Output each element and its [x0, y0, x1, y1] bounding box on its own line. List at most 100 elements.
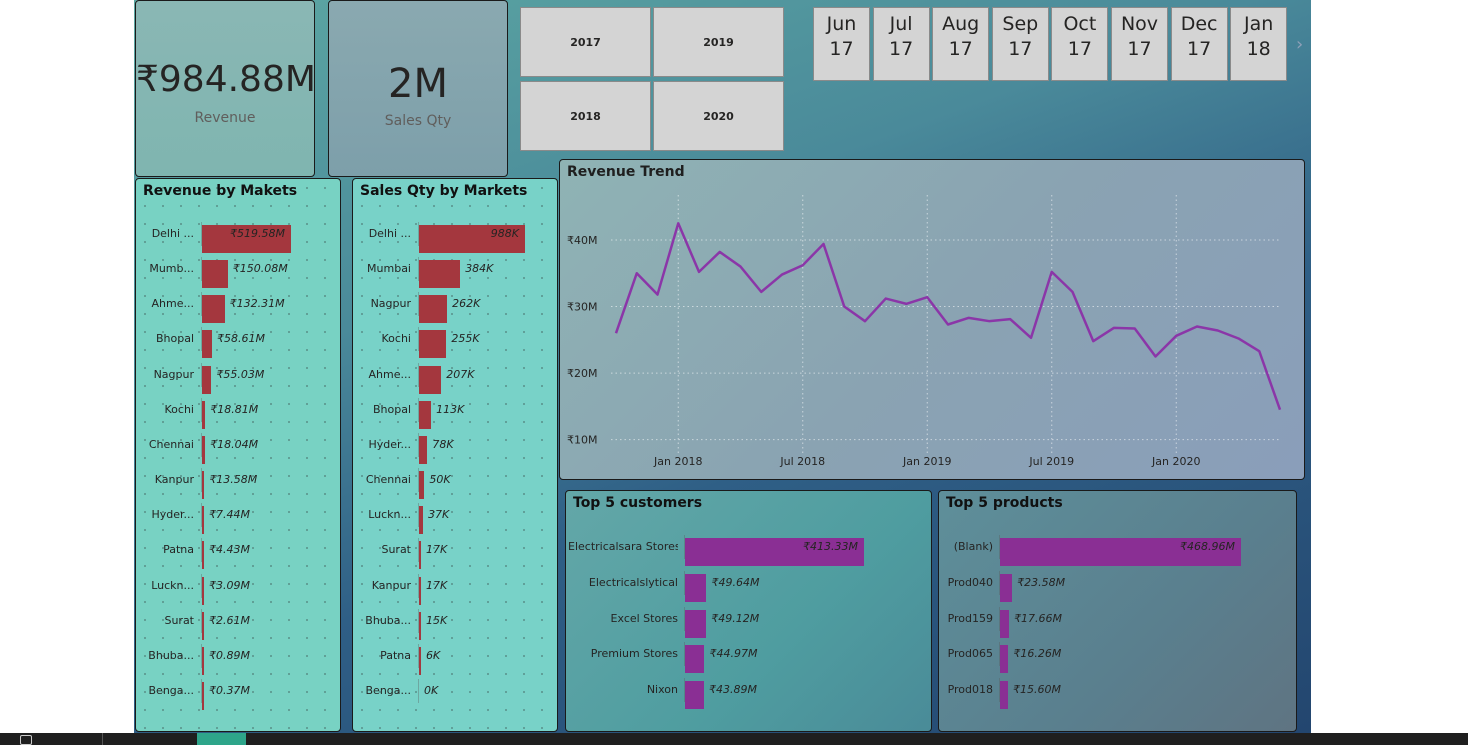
bar-label: Hyder... [151, 508, 194, 522]
year-slicer-button[interactable]: 2020 [653, 81, 784, 151]
bar[interactable] [419, 541, 421, 570]
bar[interactable] [685, 573, 707, 602]
x-tick-label: Jan 2018 [653, 455, 702, 468]
bar[interactable] [202, 506, 204, 535]
bar[interactable] [202, 471, 205, 500]
bar[interactable] [202, 400, 206, 429]
bar[interactable] [202, 260, 228, 289]
bar-data-label: 17K [426, 578, 448, 592]
chevron-right-icon[interactable]: › [1296, 34, 1303, 55]
month-slicer-button[interactable]: Sep 17 [991, 7, 1049, 81]
bar-label: Kochi [164, 402, 194, 416]
bar-data-label: 207K [446, 367, 475, 381]
bar-label: Ahme... [151, 297, 194, 311]
bar-label: Chennai [148, 437, 194, 451]
revenue-by-markets-panel: Revenue by Makets Delhi ... ₹519.58M Mumb.… [135, 178, 341, 732]
revenue-trend-chart: ₹10M ₹20M ₹30M ₹40M Jan 2018 Jul 2018 Jan 2019… [567, 195, 1282, 468]
x-tick-label: Jan 2020 [1151, 455, 1200, 468]
bar[interactable] [419, 611, 421, 640]
x-tick-label: Jul 2019 [1028, 455, 1074, 468]
bar[interactable] [419, 471, 425, 500]
year-slicer-button[interactable]: 2017 [520, 7, 651, 77]
sales-qty-kpi-value: 2M [388, 61, 448, 107]
bar-label: Prod018 [947, 683, 993, 697]
bar[interactable] [202, 681, 204, 710]
bar-label: Benga... [365, 683, 412, 697]
panel-title: Revenue by Makets [143, 183, 298, 199]
bar[interactable] [1000, 609, 1010, 638]
month-slicer-button[interactable]: Jul 17 [872, 7, 930, 81]
y-tick-label: ₹40M [567, 234, 598, 247]
bar[interactable] [1000, 573, 1013, 602]
bar-label: Hyder... [368, 437, 411, 451]
bar[interactable] [419, 400, 432, 429]
bar-data-label: 255K [451, 332, 480, 346]
month-slicer-button[interactable]: Aug 17 [932, 7, 990, 81]
bar-data-label: 113K [436, 402, 465, 416]
taskbar-active-app[interactable] [197, 733, 246, 745]
bar[interactable] [419, 435, 428, 464]
windows-icon[interactable] [20, 735, 32, 745]
bar[interactable] [419, 260, 461, 289]
bar[interactable] [202, 576, 204, 605]
sales-qty-kpi-label: Sales Qty [384, 113, 452, 129]
bar[interactable] [202, 541, 204, 570]
bar[interactable] [419, 295, 448, 324]
report-canvas: ₹984.88M Revenue 2M Sales Qty 2017 2019 … [134, 0, 1311, 733]
bar-data-label: 78K [432, 437, 454, 451]
bar-data-label: 988K [490, 227, 519, 240]
bar-data-label: ₹18.04M [210, 437, 259, 451]
year-slicer-button[interactable]: 2019 [653, 7, 784, 77]
bar[interactable] [202, 365, 212, 394]
month-slicer-button[interactable]: Jan 18 [1230, 7, 1288, 81]
bar[interactable] [419, 330, 447, 359]
bar-label: Chennai [365, 473, 411, 487]
bar-label: Mumbai [367, 262, 411, 276]
bar[interactable] [1000, 645, 1009, 674]
month-slicer-button[interactable]: Dec 17 [1170, 7, 1228, 81]
month-slicer-button[interactable]: Oct 17 [1051, 7, 1109, 81]
bar-data-label: 0K [424, 683, 439, 697]
bar[interactable] [202, 435, 206, 464]
bar[interactable] [202, 295, 225, 324]
bar-data-label: ₹468.96M [1180, 540, 1235, 553]
year-label: 18 [1246, 38, 1271, 60]
y-tick-label: ₹30M [567, 301, 598, 314]
month-slicer-button[interactable]: Nov 17 [1111, 7, 1168, 81]
revenue-kpi-card: ₹984.88M Revenue [135, 0, 315, 177]
bar-data-label: 37K [427, 508, 450, 522]
bar-data-label: ₹4.43M [209, 543, 250, 557]
month-slicer-button[interactable]: Jun 17 [813, 7, 870, 81]
bar[interactable] [685, 681, 704, 710]
bar-label: Delhi ... [151, 227, 194, 240]
year-label: 17 [1008, 38, 1033, 60]
revenue-trend-line[interactable] [614, 222, 1282, 411]
sales-qty-kpi-card: 2M Sales Qty [328, 0, 508, 177]
year-label: 17 [1067, 38, 1092, 60]
bar[interactable] [202, 611, 204, 640]
bar-label: Patna [380, 648, 411, 662]
bar[interactable] [685, 609, 707, 638]
bar[interactable] [419, 365, 442, 394]
bar-label: Benga... [148, 683, 195, 697]
bar-data-label: ₹0.37M [209, 683, 250, 697]
bar-label: Kanpur [371, 578, 411, 592]
bar-data-label: ₹17.66M [1014, 611, 1063, 625]
bar[interactable] [1000, 681, 1009, 710]
bar[interactable] [202, 330, 213, 359]
year-slicer-button[interactable]: 2018 [520, 81, 651, 151]
bar-data-label: 15K [426, 613, 448, 627]
bar[interactable] [419, 646, 421, 675]
bar-data-label: ₹2.61M [209, 613, 250, 627]
bar[interactable] [419, 506, 423, 535]
bar-data-label: ₹519.58M [230, 227, 285, 240]
bar-label: Ahme... [368, 367, 411, 381]
bar-label: Excel Stores [610, 611, 678, 625]
page-margin [1311, 0, 1468, 733]
top-customers-panel: Top 5 customers Electricalsara Stores ₹41… [565, 490, 932, 732]
bar[interactable] [685, 645, 705, 674]
bar-data-label: 6K [426, 648, 441, 662]
bar[interactable] [419, 576, 421, 605]
month-label: Sep [1002, 13, 1039, 35]
bar[interactable] [202, 646, 204, 675]
